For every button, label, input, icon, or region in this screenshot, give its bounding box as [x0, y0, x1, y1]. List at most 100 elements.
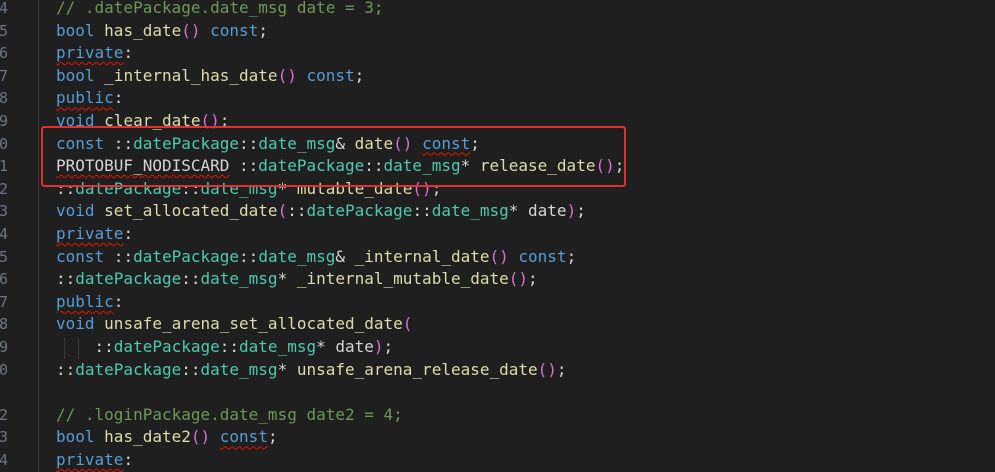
code-token: void: [56, 111, 95, 130]
code-token: ;: [470, 133, 480, 153]
code-line[interactable]: // .loginPackage.date_msg date2 = 4;: [56, 404, 403, 427]
code-token: date: [354, 133, 394, 153]
code-line[interactable]: public:: [56, 87, 123, 110]
code-token: (): [508, 269, 529, 289]
code-token: void: [56, 201, 95, 221]
code-editor[interactable]: 45678901234567890234 // .datePackage.dat…: [0, 0, 995, 472]
code-token: ::: [239, 133, 259, 153]
code-token: const: [56, 133, 105, 153]
code-token: *: [277, 269, 297, 289]
code-token: (): [200, 111, 220, 130]
code-token: ;: [219, 111, 230, 130]
code-line[interactable]: private:: [56, 42, 133, 65]
code-token: date_msg: [200, 269, 278, 289]
code-token: ::: [56, 359, 76, 379]
code-line[interactable]: ::datePackage::date_msg* date);: [56, 336, 394, 359]
code-token: const: [422, 133, 471, 153]
code-token: bool: [56, 427, 95, 447]
code-token: date_msg: [383, 156, 461, 176]
code-token: (): [393, 133, 413, 153]
code-line[interactable]: private:: [56, 223, 133, 246]
code-token: date_msg: [239, 337, 317, 356]
code-token: *: [460, 156, 480, 176]
code-token: datePackage: [133, 246, 240, 266]
code-token: datePackage: [258, 156, 365, 176]
code-token: void: [56, 314, 95, 334]
code-token: date_msg: [258, 246, 336, 266]
code-token: datePackage: [75, 178, 182, 198]
code-line[interactable]: const ::datePackage::date_msg& _internal…: [56, 246, 576, 269]
code-token: _internal_mutable_date: [296, 269, 509, 289]
code-line[interactable]: bool _internal_has_date() const;: [56, 65, 364, 88]
code-token: ;: [258, 20, 268, 40]
code-token: bool: [56, 20, 95, 40]
code-token: (): [190, 427, 211, 447]
code-token: const: [219, 427, 268, 447]
code-token: mutable_date: [296, 178, 413, 198]
code-token: ::: [412, 201, 432, 221]
code-token: ;: [566, 246, 577, 266]
code-token: public: [56, 88, 114, 108]
code-token: * date: [508, 201, 567, 221]
code-line[interactable]: private:: [56, 449, 133, 472]
code-line[interactable]: // .datePackage.date_msg date = 3;: [56, 0, 384, 20]
code-token: :: [123, 224, 134, 243]
code-token: clear_date: [104, 111, 201, 130]
code-token: (): [537, 359, 557, 379]
code-line[interactable]: void clear_date();: [56, 110, 229, 133]
code-token: ::: [104, 246, 134, 266]
code-token: date_msg: [200, 359, 278, 379]
code-token: ::: [56, 269, 76, 289]
code-token: :: [113, 291, 124, 311]
code-token: ;: [383, 337, 394, 356]
code-token: ::: [181, 359, 201, 379]
indent-guide: [78, 338, 79, 359]
code-token: release_date: [479, 156, 596, 176]
code-token: (: [402, 314, 413, 334]
code-token: has_date: [104, 20, 182, 40]
code-line[interactable]: ::datePackage::date_msg* _internal_mutab…: [56, 268, 538, 291]
code-token: &: [335, 133, 355, 153]
code-line[interactable]: void set_allocated_date(::datePackage::d…: [56, 200, 586, 223]
code-token: ::: [104, 133, 134, 153]
code-token: datePackage: [306, 201, 413, 221]
code-token: PROTOBUF_NODISCARD: [56, 156, 230, 176]
code-token: private: [56, 224, 124, 243]
code-token: _internal_date: [354, 246, 490, 266]
code-token: ::: [229, 156, 259, 176]
code-token: ;: [431, 178, 442, 198]
code-line[interactable]: bool has_date() const;: [56, 20, 268, 43]
code-line[interactable]: public:: [56, 291, 123, 314]
code-token: :: [123, 43, 134, 63]
code-token: ;: [267, 427, 278, 447]
code-token: private: [56, 450, 124, 469]
code-token: datePackage: [133, 133, 240, 153]
code-token: private: [56, 43, 124, 63]
code-token: const: [56, 246, 105, 266]
code-token: ): [566, 201, 577, 221]
code-line[interactable]: ::datePackage::date_msg* unsafe_arena_re…: [56, 359, 567, 382]
code-token: set_allocated_date: [104, 201, 278, 221]
code-line[interactable]: bool has_date2() const;: [56, 426, 278, 449]
code-line[interactable]: ::datePackage::date_msg* mutable_date();: [56, 178, 441, 201]
code-token: (: [277, 201, 288, 221]
code-token: &: [335, 246, 355, 266]
code-line[interactable]: PROTOBUF_NODISCARD ::datePackage::date_m…: [56, 155, 624, 178]
code-token: const: [518, 246, 567, 266]
indent-guide: [64, 338, 65, 359]
code-token: // .datePackage.date_msg date = 3;: [56, 0, 384, 17]
code-token: ::: [239, 246, 259, 266]
code-token: (): [277, 65, 297, 85]
code-area[interactable]: // .datePackage.date_msg date = 3; bool h…: [0, 0, 995, 472]
code-line[interactable]: void unsafe_arena_set_allocated_date(: [56, 313, 412, 336]
code-token: ::: [287, 201, 307, 221]
code-line[interactable]: const ::datePackage::date_msg& date() co…: [56, 133, 480, 156]
code-token: bool: [56, 65, 95, 85]
code-token: (): [595, 156, 615, 176]
code-token: const: [306, 65, 355, 85]
